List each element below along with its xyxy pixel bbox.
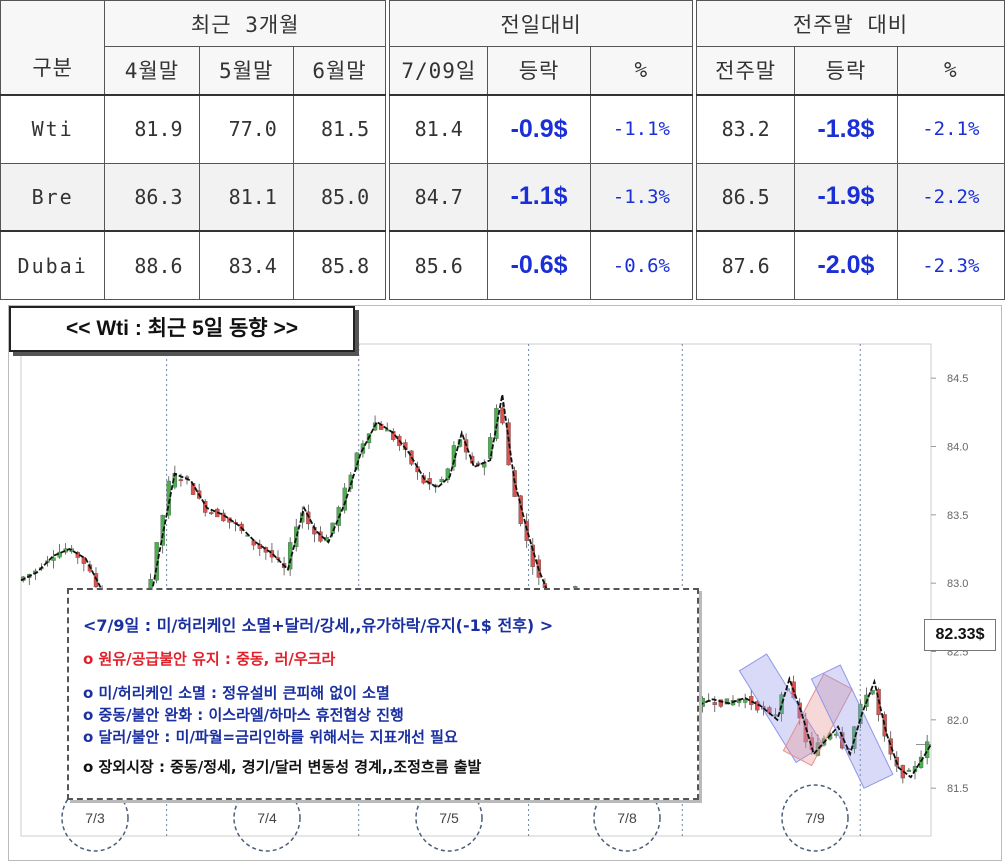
header-category: 구분 bbox=[0, 0, 106, 96]
col-pct2: % bbox=[896, 46, 1005, 96]
commentary-heading: <7/9일 : 미/허리케인 소멸+달러/강세,,유가하락/유지(-1$ 전후)… bbox=[83, 616, 554, 635]
cell-day: 85.6 bbox=[389, 230, 489, 301]
header-recent-3-months: 최근 3개월 bbox=[104, 0, 387, 48]
col-apr: 4월말 bbox=[104, 46, 200, 96]
cell-day: 84.7 bbox=[389, 162, 489, 232]
x-date-label: 7/4 bbox=[257, 810, 277, 826]
table-row-wti: Wti 81.9 77.0 81.5 81.4 -0.9$ -1.1% 83.2… bbox=[0, 93, 1005, 164]
cell-may: 77.0 bbox=[198, 93, 294, 164]
cell-day: 81.4 bbox=[389, 93, 489, 164]
table-row-dubai: Dubai 88.6 83.4 85.8 85.6 -0.6$ -0.6% 87… bbox=[0, 230, 1005, 301]
cell-jun: 85.8 bbox=[292, 230, 387, 301]
commentary-item: o 달러/불안 : 미/파월=금리인하를 위해서는 지표개선 필요 bbox=[83, 728, 458, 746]
cell-pct1: -1.1% bbox=[589, 93, 694, 164]
cell-may: 83.4 bbox=[198, 230, 294, 301]
cell-chg2: -1.9$ bbox=[794, 162, 898, 232]
candle-body bbox=[294, 526, 299, 548]
commentary-item: o 미/허리케인 소멸 : 정유설비 큰피해 없이 소멸 bbox=[83, 684, 390, 702]
x-date-label: 7/9 bbox=[805, 810, 825, 826]
cell-chg2: -1.8$ bbox=[794, 93, 898, 164]
candle-body bbox=[700, 698, 705, 707]
last-price-label: 82.33$ bbox=[924, 619, 996, 651]
commentary-item: o 장외시장 : 중동/정세, 경기/달러 변동성 경계,,조정흐름 출발 bbox=[83, 758, 482, 776]
cell-apr: 88.6 bbox=[104, 230, 200, 301]
row-name: Dubai bbox=[0, 230, 106, 301]
col-chg1: 등락 bbox=[487, 46, 591, 96]
cell-week: 86.5 bbox=[696, 162, 796, 232]
candle-body bbox=[209, 512, 214, 515]
candle-body bbox=[712, 702, 717, 706]
x-date-label: 7/8 bbox=[617, 810, 637, 826]
cell-week: 87.6 bbox=[696, 230, 796, 301]
candle-body bbox=[906, 769, 912, 772]
commentary-item: o 원유/공급불안 유지 : 중동, 러/우크라 bbox=[83, 650, 336, 668]
cell-apr: 81.9 bbox=[104, 93, 200, 164]
col-may: 5월말 bbox=[198, 46, 294, 96]
y-tick-label: 82.0 bbox=[947, 715, 968, 727]
cell-apr: 86.3 bbox=[104, 162, 200, 232]
cell-pct2: -2.3% bbox=[896, 230, 1005, 301]
candle-body bbox=[742, 699, 748, 703]
col-day: 7/09일 bbox=[389, 46, 489, 96]
cell-pct2: -2.1% bbox=[896, 93, 1005, 164]
cell-jun: 85.0 bbox=[292, 162, 387, 232]
row-name: Bre bbox=[0, 162, 106, 232]
col-chg2: 등락 bbox=[794, 46, 898, 96]
cell-week: 83.2 bbox=[696, 93, 796, 164]
x-date-label: 7/5 bbox=[439, 810, 459, 826]
cell-pct1: -0.6% bbox=[589, 230, 694, 301]
candle-body bbox=[342, 487, 347, 511]
cell-pct1: -1.3% bbox=[589, 162, 694, 232]
chart-title: << Wti : 최근 5일 동향 >> bbox=[9, 306, 355, 352]
cell-jun: 81.5 bbox=[292, 93, 387, 164]
header-prev-week: 전주말 대비 bbox=[696, 0, 1005, 48]
y-tick-label: 84.0 bbox=[947, 442, 968, 454]
candle-body bbox=[749, 696, 754, 705]
candle-body bbox=[178, 479, 184, 482]
table-row-bre: Bre 86.3 81.1 85.0 84.7 -1.1$ -1.3% 86.5… bbox=[0, 162, 1005, 232]
wti-chart: 84.5 84.0 83.5 83.0 82.5 82.0 81.5 7/3 7/4 7/5 7/8… bbox=[8, 305, 1002, 861]
cell-chg1: -1.1$ bbox=[487, 162, 591, 232]
y-tick-label: 83.5 bbox=[947, 510, 968, 522]
candle-body bbox=[870, 690, 875, 695]
cell-may: 81.1 bbox=[198, 162, 294, 232]
price-table: 구분 최근 3개월 전일대비 전주말 대비 4월말 5월말 6월말 7/09일 … bbox=[0, 0, 1005, 301]
cell-pct2: -2.2% bbox=[896, 162, 1005, 232]
y-tick-label: 81.5 bbox=[947, 783, 968, 795]
cell-chg1: -0.9$ bbox=[487, 93, 591, 164]
cell-chg1: -0.6$ bbox=[487, 230, 591, 301]
y-tick-label: 83.0 bbox=[947, 578, 968, 590]
y-tick-label: 84.5 bbox=[947, 373, 968, 385]
commentary-box: <7/9일 : 미/허리케인 소멸+달러/강세,,유가하락/유지(-1$ 전후)… bbox=[67, 588, 699, 800]
row-name: Wti bbox=[0, 93, 106, 164]
col-pct1: % bbox=[589, 46, 694, 96]
x-date-label: 7/3 bbox=[85, 810, 105, 826]
col-jun: 6월말 bbox=[292, 46, 387, 96]
candle-body bbox=[524, 520, 529, 541]
col-week: 전주말 bbox=[696, 46, 796, 96]
commentary-item: o 중동/불안 완화 : 이스라엘/하마스 휴전협상 진행 bbox=[83, 706, 404, 724]
header-prev-day: 전일대비 bbox=[389, 0, 694, 48]
cell-chg2: -2.0$ bbox=[794, 230, 898, 301]
